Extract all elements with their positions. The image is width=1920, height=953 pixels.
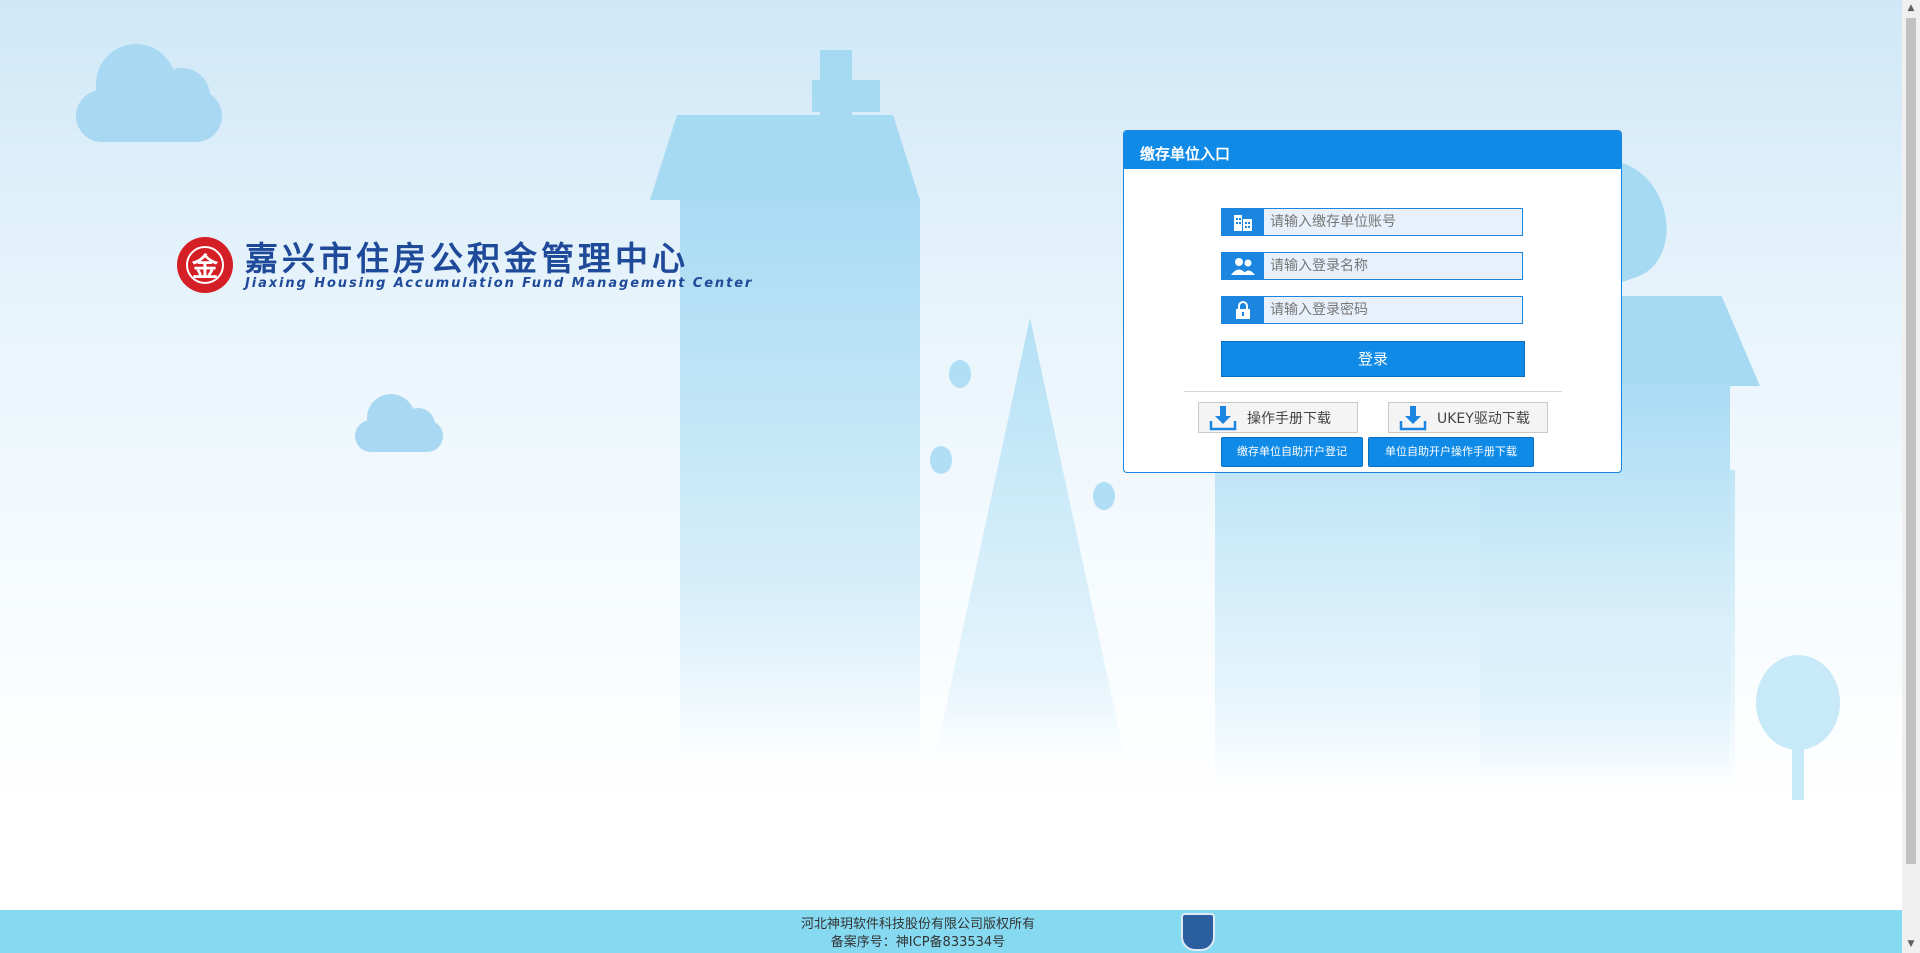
logo-text: 嘉兴市住房公积金管理中心 Jiaxing Housing Accumulatio… [245, 238, 754, 291]
self-manual-download-button[interactable]: 单位自助开户操作手册下载 [1368, 437, 1534, 467]
organization-logo: 金 嘉兴市住房公积金管理中心 Jiaxing Housing Accumulat… [177, 237, 753, 293]
footer-copyright: 河北神玥软件科技股份有限公司版权所有 [800, 917, 1035, 932]
account-input[interactable] [1264, 209, 1522, 235]
users-icon [1222, 253, 1264, 279]
username-input[interactable] [1264, 253, 1522, 279]
seal-glyph: 金 [191, 252, 218, 283]
login-panel: 缴存单位入口 登录 操作手册下载 UKEY驱动 [1123, 130, 1622, 473]
logo-name-cn: 嘉兴市住房公积金管理中心 [245, 238, 689, 278]
download-icon [1209, 405, 1237, 430]
password-input[interactable] [1264, 297, 1522, 323]
manual-download-button[interactable]: 操作手册下载 [1198, 402, 1358, 433]
password-field[interactable] [1221, 296, 1523, 324]
tower-left-decoration [650, 115, 920, 200]
panel-divider [1184, 391, 1562, 392]
ukey-download-button[interactable]: UKEY驱动下载 [1388, 402, 1548, 433]
seal-icon: 金 [177, 237, 233, 293]
login-panel-title: 缴存单位入口 [1124, 131, 1621, 169]
small-tree-decoration [1756, 655, 1840, 750]
self-register-button[interactable]: 缴存单位自助开户登记 [1221, 437, 1363, 467]
manual-download-label: 操作手册下载 [1247, 410, 1331, 427]
cloud-decoration [355, 392, 445, 454]
police-badge-icon[interactable] [1181, 913, 1215, 951]
tower-chimney-cap-decoration [812, 80, 880, 112]
page-background: 金 嘉兴市住房公积金管理中心 Jiaxing Housing Accumulat… [0, 0, 1902, 953]
download-icon [1399, 405, 1427, 430]
username-field[interactable] [1221, 252, 1523, 280]
logo-name-en: Jiaxing Housing Accumulation Fund Manage… [245, 275, 754, 291]
cloud-decoration [76, 40, 226, 145]
scroll-down-icon[interactable]: ▼ [1902, 936, 1920, 953]
bubble-decoration [949, 360, 971, 388]
bubble-decoration [930, 446, 952, 474]
footer-icp: 备案序号：神ICP备833534号 [830, 935, 1006, 950]
lock-icon [1222, 297, 1264, 323]
vertical-scrollbar[interactable]: ▲ ▼ [1902, 0, 1920, 953]
ukey-download-label: UKEY驱动下载 [1437, 410, 1530, 427]
building-icon [1222, 209, 1264, 235]
scrollbar-thumb[interactable] [1906, 18, 1916, 864]
account-field[interactable] [1221, 208, 1523, 236]
scroll-up-icon[interactable]: ▲ [1902, 0, 1920, 17]
footer: 河北神玥软件科技股份有限公司版权所有 备案序号：神ICP备833534号 [0, 910, 1902, 953]
login-button[interactable]: 登录 [1221, 341, 1525, 377]
small-tree-trunk-decoration [1792, 740, 1804, 800]
bubble-decoration [1093, 482, 1115, 510]
